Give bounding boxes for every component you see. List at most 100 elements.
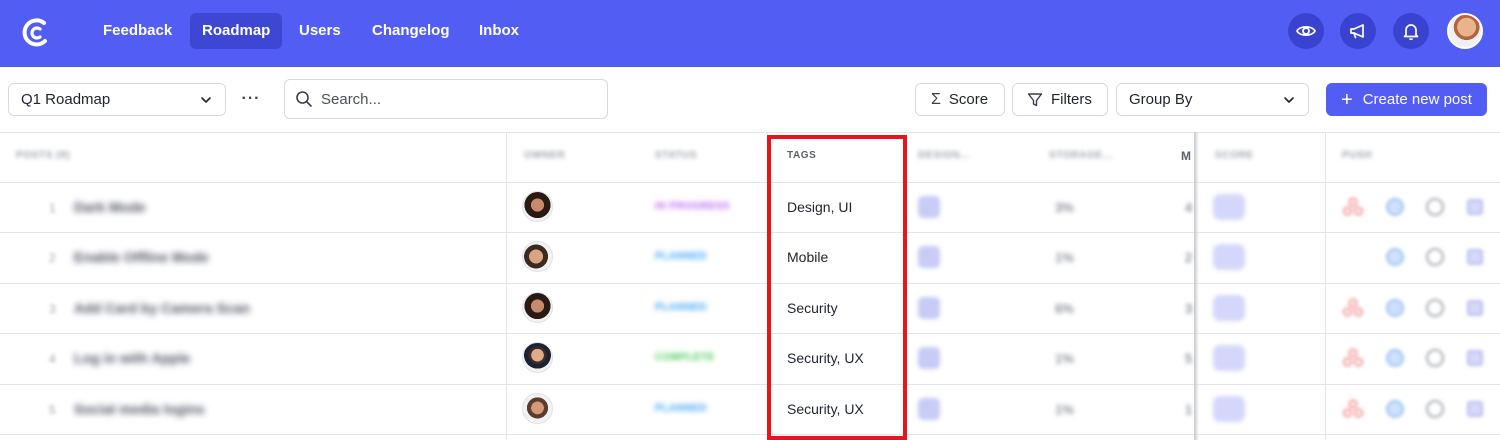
search-icon bbox=[296, 91, 312, 107]
view-button[interactable] bbox=[1288, 13, 1324, 49]
linear-icon[interactable] bbox=[1465, 247, 1485, 267]
score-button-label: Score bbox=[948, 91, 989, 108]
owner-avatar[interactable] bbox=[522, 342, 553, 373]
create-new-post-label: Create new post bbox=[1362, 91, 1472, 108]
post-title[interactable]: Log in with Apple bbox=[74, 350, 190, 366]
table-divider bbox=[0, 182, 1500, 183]
owner-avatar[interactable] bbox=[522, 393, 553, 424]
design-status-icon[interactable] bbox=[918, 196, 940, 218]
announcements-button[interactable] bbox=[1340, 13, 1376, 49]
row-number: 2 bbox=[49, 251, 56, 265]
status-label[interactable]: IN PROGRESS bbox=[655, 201, 730, 212]
m-value: 5 bbox=[1185, 351, 1193, 366]
top-navigation-bar: Feedback Roadmap Users Changelog Inbox bbox=[0, 0, 1500, 67]
more-options-button[interactable]: ··· bbox=[240, 89, 262, 109]
chevron-down-icon bbox=[201, 96, 211, 103]
design-status-icon[interactable] bbox=[918, 297, 940, 319]
score-button[interactable]: Σ Score bbox=[915, 83, 1005, 116]
status-label[interactable]: PLANNED bbox=[655, 302, 707, 313]
linear-icon[interactable] bbox=[1465, 399, 1485, 419]
jira-icon[interactable] bbox=[1385, 399, 1405, 419]
header-posts[interactable]: POSTS (8) bbox=[16, 150, 70, 161]
nav-inbox[interactable]: Inbox bbox=[467, 13, 531, 49]
header-tags[interactable]: TAGS bbox=[787, 150, 816, 161]
linear-icon[interactable] bbox=[1465, 197, 1485, 217]
search-input[interactable] bbox=[321, 90, 591, 108]
design-status-icon[interactable] bbox=[918, 347, 940, 369]
asana-icon[interactable] bbox=[1343, 298, 1363, 318]
jira-icon[interactable] bbox=[1385, 197, 1405, 217]
asana-icon[interactable] bbox=[1343, 348, 1363, 368]
github-icon[interactable] bbox=[1425, 298, 1445, 318]
roadmap-select[interactable]: Q1 Roadmap bbox=[8, 83, 226, 116]
header-status[interactable]: STATUS bbox=[655, 150, 697, 161]
search-field[interactable] bbox=[284, 79, 608, 119]
github-icon[interactable] bbox=[1425, 247, 1445, 267]
sigma-icon: Σ bbox=[931, 90, 941, 108]
asana-icon[interactable] bbox=[1343, 197, 1363, 217]
notifications-button[interactable] bbox=[1393, 13, 1429, 49]
table-divider bbox=[0, 232, 1500, 233]
status-label[interactable]: COMPLETE bbox=[655, 352, 715, 363]
score-badge bbox=[1213, 345, 1245, 371]
tags-cell[interactable]: Security, UX bbox=[787, 350, 864, 366]
nav-users[interactable]: Users bbox=[287, 13, 353, 49]
post-title[interactable]: Add Card by Camera Scan bbox=[74, 300, 250, 316]
header-score[interactable]: SCORE bbox=[1215, 150, 1254, 161]
score-badge bbox=[1213, 244, 1245, 270]
nav-feedback[interactable]: Feedback bbox=[91, 13, 184, 49]
storage-value: 3% bbox=[1055, 200, 1074, 215]
asana-icon[interactable] bbox=[1343, 399, 1363, 419]
m-value: 1 bbox=[1185, 402, 1193, 417]
status-label[interactable]: PLANNED bbox=[655, 251, 707, 262]
header-design[interactable]: DESIGN... bbox=[918, 150, 970, 161]
design-status-icon[interactable] bbox=[918, 398, 940, 420]
tags-cell[interactable]: Mobile bbox=[787, 249, 828, 265]
post-title[interactable]: Social media logins bbox=[74, 401, 205, 417]
owner-avatar[interactable] bbox=[522, 292, 553, 323]
roadmap-table: POSTS (8) OWNER STATUS TAGS DESIGN... ST… bbox=[0, 132, 1500, 440]
status-label[interactable]: PLANNED bbox=[655, 403, 707, 414]
header-owner[interactable]: OWNER bbox=[524, 150, 565, 161]
tags-cell[interactable]: Design, UI bbox=[787, 199, 852, 215]
github-icon[interactable] bbox=[1425, 399, 1445, 419]
owner-avatar[interactable] bbox=[522, 191, 553, 222]
create-new-post-button[interactable]: + Create new post bbox=[1326, 83, 1487, 116]
storage-value: 1% bbox=[1055, 250, 1074, 265]
frozen-column-shadow bbox=[1194, 132, 1199, 440]
score-badge bbox=[1213, 194, 1245, 220]
megaphone-icon bbox=[1350, 24, 1364, 39]
linear-icon[interactable] bbox=[1465, 298, 1485, 318]
post-title[interactable]: Dark Mode bbox=[74, 199, 146, 215]
table-divider bbox=[0, 283, 1500, 284]
header-storage[interactable]: STORAGE... bbox=[1049, 150, 1113, 161]
row-number: 5 bbox=[49, 403, 56, 417]
tags-cell[interactable]: Security bbox=[787, 300, 838, 316]
nav-changelog[interactable]: Changelog bbox=[360, 13, 462, 49]
group-by-select[interactable]: Group By bbox=[1116, 83, 1309, 116]
design-status-icon[interactable] bbox=[918, 246, 940, 268]
canny-logo-icon[interactable] bbox=[18, 14, 54, 50]
filters-button[interactable]: Filters bbox=[1012, 83, 1108, 116]
header-push[interactable]: PUSH bbox=[1342, 150, 1372, 161]
linear-icon[interactable] bbox=[1465, 348, 1485, 368]
jira-icon[interactable] bbox=[1385, 298, 1405, 318]
nav-roadmap[interactable]: Roadmap bbox=[190, 13, 283, 49]
filter-icon bbox=[1027, 92, 1043, 106]
user-avatar[interactable] bbox=[1447, 13, 1483, 49]
storage-value: 1% bbox=[1055, 351, 1074, 366]
table-divider bbox=[0, 333, 1500, 334]
github-icon[interactable] bbox=[1425, 197, 1445, 217]
tags-cell[interactable]: Security, UX bbox=[787, 401, 864, 417]
post-title[interactable]: Enable Offline Mode bbox=[74, 249, 209, 265]
row-number: 4 bbox=[49, 352, 56, 366]
chevron-down-icon bbox=[1284, 96, 1294, 103]
jira-icon[interactable] bbox=[1385, 247, 1405, 267]
github-icon[interactable] bbox=[1425, 348, 1445, 368]
score-badge bbox=[1213, 295, 1245, 321]
owner-avatar[interactable] bbox=[522, 241, 553, 272]
header-m[interactable]: M bbox=[1181, 149, 1192, 163]
storage-value: 6% bbox=[1055, 301, 1074, 316]
jira-icon[interactable] bbox=[1385, 348, 1405, 368]
group-by-value: Group By bbox=[1129, 91, 1193, 108]
